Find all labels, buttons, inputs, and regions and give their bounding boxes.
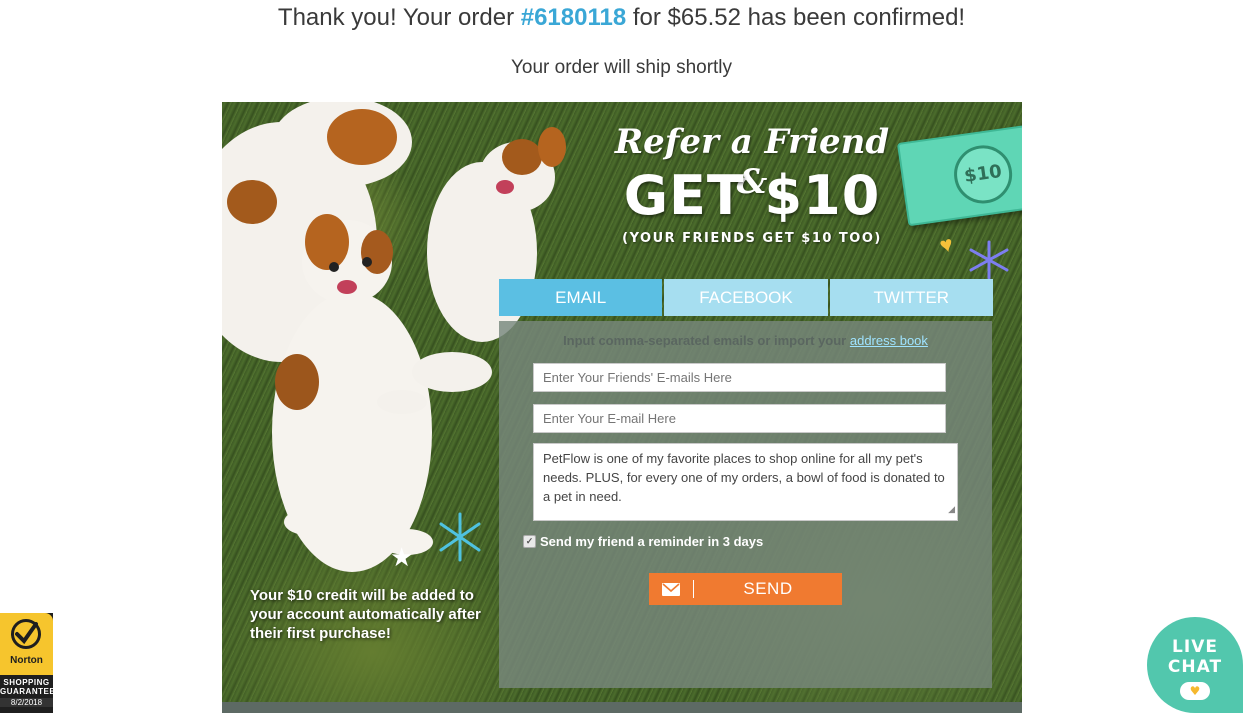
your-email-input[interactable]: [533, 404, 946, 433]
promo-title-big: GET $10: [623, 164, 881, 227]
norton-check-icon: [11, 619, 41, 649]
order-confirmation-title: Thank you! Your order #6180118 for $65.5…: [0, 4, 1243, 32]
norton-brand: Norton: [10, 655, 43, 666]
promo-title-small: (YOUR FRIENDS GET $10 TOO): [622, 231, 882, 246]
norton-badge-top: Norton: [0, 613, 53, 675]
live-chat-label-line1: LIVE: [1172, 637, 1218, 657]
bill-seal: $10: [950, 141, 1016, 208]
send-button[interactable]: SEND: [649, 573, 842, 605]
refer-a-friend-banner: Refer a Friend & GET $10 (YOUR FRIENDS G…: [222, 102, 1022, 713]
friends-emails-input[interactable]: [533, 363, 946, 392]
norton-badge[interactable]: Norton SHOPPING GUARANTEE 8/2/2018: [0, 613, 56, 713]
reminder-option: ✓ Send my friend a reminder in 3 days: [523, 534, 763, 549]
ten-dollar-bill-graphic: $10: [896, 121, 1022, 227]
live-chat-button[interactable]: LIVE CHAT ♥: [1147, 617, 1243, 713]
address-book-link[interactable]: address book: [850, 333, 928, 348]
tab-email[interactable]: EMAIL: [499, 279, 663, 316]
star-icon: ★: [390, 542, 414, 572]
import-text: Input comma-separated emails or import y…: [563, 333, 850, 348]
message-text: PetFlow is one of my favorite places to …: [543, 451, 945, 504]
norton-guarantee: SHOPPING GUARANTEE: [0, 678, 56, 696]
tab-twitter[interactable]: TWITTER: [829, 279, 993, 316]
confirmation-prefix: Thank you! Your order: [277, 4, 521, 31]
confirmation-suffix: for $65.52 has been confirmed!: [626, 4, 966, 31]
share-tabs: EMAIL FACEBOOK TWITTER: [499, 279, 993, 316]
reminder-checkbox[interactable]: ✓: [523, 535, 536, 548]
live-chat-label: LIVE CHAT: [1147, 617, 1243, 677]
ship-status-subtitle: Your order will ship shortly: [510, 57, 733, 78]
sparkle-icon: [437, 512, 483, 567]
email-referral-form: Input comma-separated emails or import y…: [499, 321, 992, 688]
live-chat-label-line2: CHAT: [1167, 657, 1223, 677]
resize-handle-icon[interactable]: ◢: [948, 500, 955, 519]
chat-bubble-heart-icon: ♥: [1180, 682, 1210, 700]
reminder-label: Send my friend a reminder in 3 days: [540, 534, 764, 549]
tab-facebook[interactable]: FACEBOOK: [664, 279, 828, 316]
message-textarea[interactable]: PetFlow is one of my favorite places to …: [533, 443, 958, 521]
banner-bottom-strip: [222, 702, 1022, 713]
import-instructions: Input comma-separated emails or import y…: [499, 333, 992, 348]
norton-date: 8/2/2018: [0, 698, 53, 707]
envelope-icon: [649, 580, 694, 598]
credit-info-text: Your $10 credit will be added to your ac…: [250, 587, 481, 642]
send-label: SEND: [743, 579, 793, 598]
heart-icon: ♥: [936, 230, 956, 259]
order-number: #6180118: [520, 4, 627, 31]
